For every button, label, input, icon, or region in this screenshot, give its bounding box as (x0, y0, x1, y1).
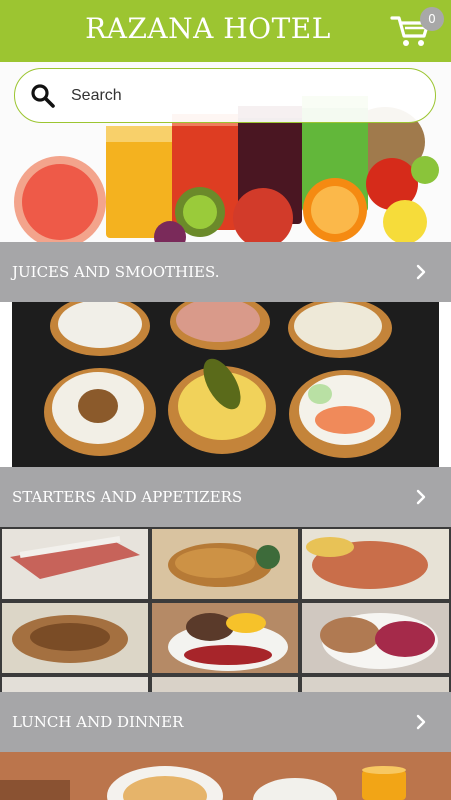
category-lunch-and-dinner[interactable]: LUNCH AND DINNER (0, 692, 451, 752)
breakfast-image[interactable] (0, 752, 451, 800)
category-label: LUNCH AND DINNER (12, 713, 184, 731)
app-screen: RAZANA HOTEL 0 Search JUICES AND SMOOTHI… (0, 0, 451, 800)
category-juices-and-smoothies[interactable]: JUICES AND SMOOTHIES. (0, 242, 451, 302)
search-input[interactable] (71, 84, 411, 108)
category-label: STARTERS AND APPETIZERS (12, 488, 243, 506)
starters-image[interactable] (0, 302, 451, 467)
cart-count-badge: 0 (420, 7, 444, 31)
category-starters-and-appetizers[interactable]: STARTERS AND APPETIZERS (0, 467, 451, 527)
top-bar: RAZANA HOTEL 0 (0, 0, 451, 62)
app-title: RAZANA HOTEL (85, 12, 331, 45)
chevron-right-icon (416, 714, 426, 730)
search-bar[interactable] (14, 68, 436, 123)
chevron-right-icon (416, 264, 426, 280)
category-label: JUICES AND SMOOTHIES. (12, 263, 220, 281)
search-icon (31, 84, 55, 108)
chevron-right-icon (416, 489, 426, 505)
lunch-image[interactable] (0, 527, 451, 692)
